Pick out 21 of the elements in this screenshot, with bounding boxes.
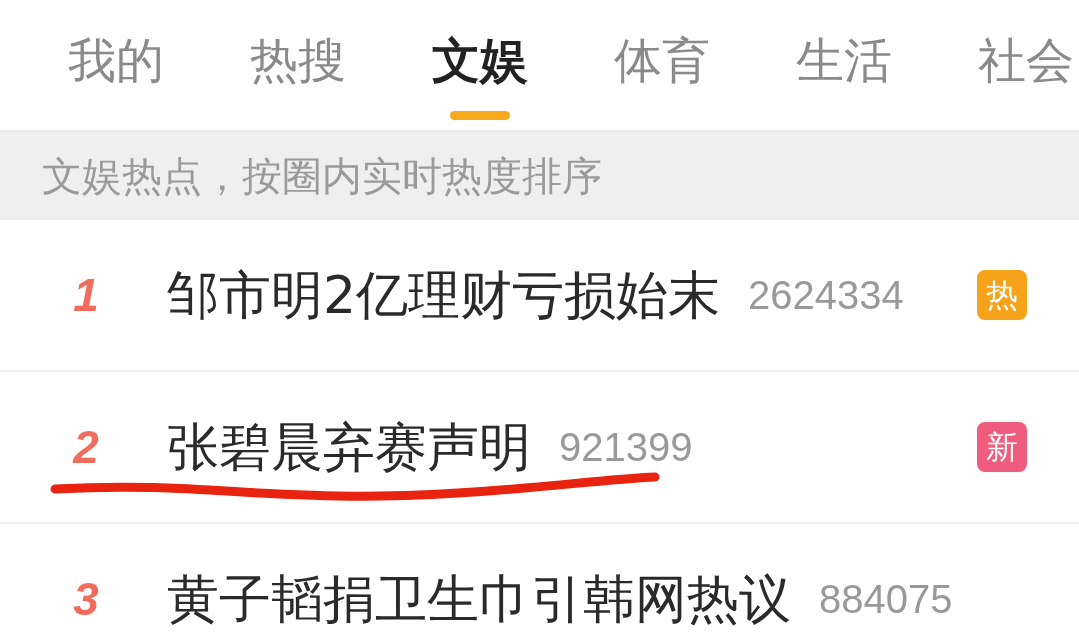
new-badge: 新 <box>977 422 1027 472</box>
trend-title: 张碧晨弃赛声明 <box>167 417 531 477</box>
heat-count: 2624334 <box>748 272 904 318</box>
rank-number: 2 <box>71 421 100 473</box>
trend-title: 黄子韬捐卫生巾引韩网热议 <box>167 569 791 629</box>
category-tab[interactable]: 热搜 <box>250 0 346 120</box>
trend-row[interactable]: 1 邹市明2亿理财亏损始末 2624334 热 <box>0 220 1079 372</box>
category-tab[interactable]: 文娱 <box>432 0 528 120</box>
trend-row[interactable]: 2 张碧晨弃赛声明 921399 新 <box>0 372 1079 524</box>
heat-count: 884075 <box>819 576 953 622</box>
category-tab[interactable]: 社会 <box>978 0 1074 120</box>
trend-row[interactable]: 3 黄子韬捐卫生巾引韩网热议 884075 <box>0 524 1079 642</box>
category-tab[interactable]: 体育 <box>614 0 710 120</box>
category-tab[interactable]: 我的 <box>68 0 164 120</box>
rank-number: 3 <box>72 573 100 625</box>
trend-title: 邹市明2亿理财亏损始末 <box>167 265 721 325</box>
heat-count: 921399 <box>559 424 693 470</box>
category-tab[interactable]: 生活 <box>796 0 892 120</box>
notice-text: 文娱热点，按圈内实时热度排序 <box>42 153 602 199</box>
hot-badge: 热 <box>977 270 1027 320</box>
rank-number: 1 <box>72 269 100 321</box>
